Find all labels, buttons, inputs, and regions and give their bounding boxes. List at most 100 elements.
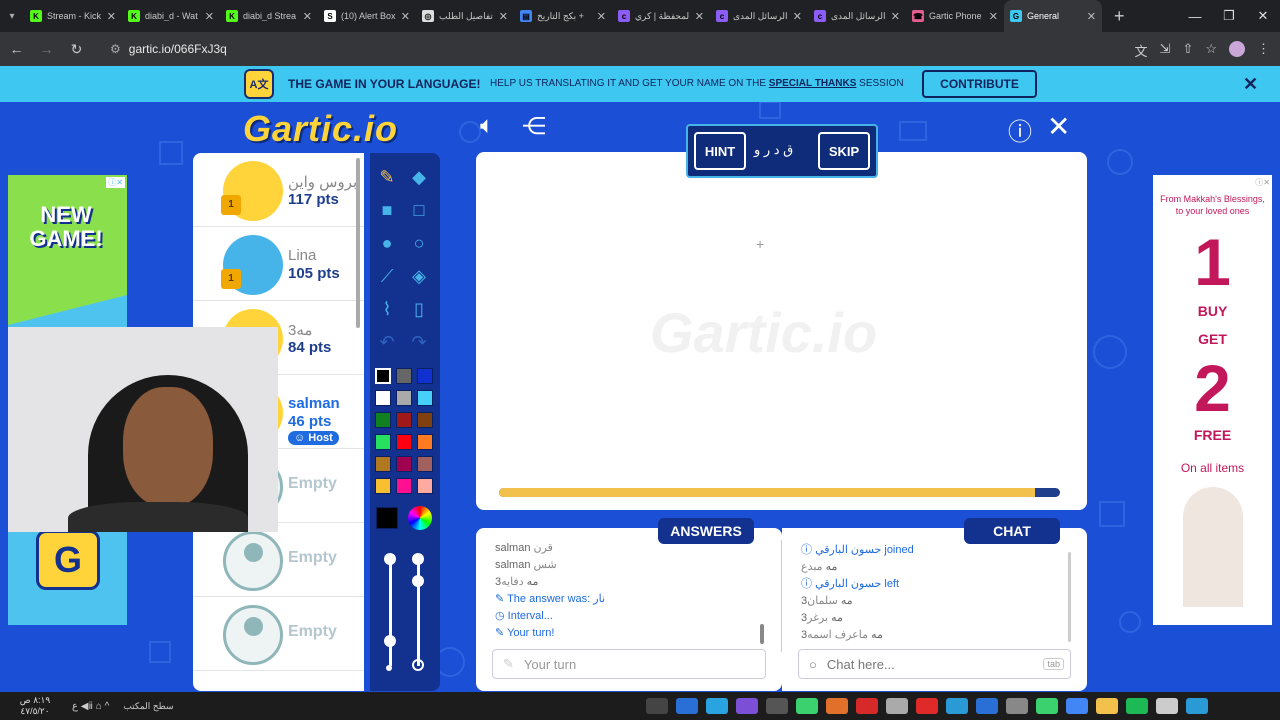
tab-close-icon[interactable]: ✕ [989,10,998,23]
tab-search-icon[interactable]: ▾ [0,11,24,22]
app-icon-12[interactable] [975,698,998,714]
start-icon[interactable] [1185,698,1208,714]
exit-room-icon[interactable]: ✕ [1047,110,1070,143]
browser-tab[interactable]: K Stream - Kick ✕ [24,0,122,32]
filled-circle-icon[interactable]: ● [375,231,399,255]
color-swatch[interactable] [375,412,391,428]
tab-close-icon[interactable]: ✕ [303,10,312,23]
tab-close-icon[interactable]: ✕ [597,10,606,23]
color-swatch[interactable] [375,368,391,384]
color-swatch[interactable] [396,434,412,450]
filled-rect-icon[interactable]: ■ [375,198,399,222]
app-icon-5[interactable] [765,698,788,714]
tab-close-icon[interactable]: ✕ [891,10,900,23]
desktop-label[interactable]: سطح المكتب [123,701,173,712]
right-ad[interactable]: From Makkah's Blessings, to your loved o… [1153,175,1272,625]
browser-tab[interactable]: Kdiabi_d - Wat ✕ [122,0,220,32]
color-picker-icon[interactable] [408,506,432,530]
color-swatch[interactable] [375,434,391,450]
color-swatch[interactable] [375,456,391,472]
tab-close-icon[interactable]: ✕ [401,10,410,23]
current-color-swatch[interactable] [376,507,398,529]
color-swatch[interactable] [375,478,391,494]
color-swatch[interactable] [417,456,433,472]
fill-bucket-icon[interactable]: ◈ [407,264,431,288]
bookmark-icon[interactable]: ☆ [1205,41,1217,60]
tab-close-icon[interactable]: ✕ [695,10,704,23]
tray-clock[interactable]: ٨:١٩ ص ٤٧/٥/٢٠ [4,695,66,717]
back-icon[interactable]: ← [3,41,30,57]
explorer-taskbar-icon[interactable] [1095,698,1118,714]
color-swatch[interactable] [417,434,433,450]
color-swatch[interactable] [396,368,412,384]
drawing-canvas[interactable]: Gartic.io + [476,152,1087,510]
browser-tab[interactable]: ◎ تفاصيل الطلب ✕ [416,0,514,32]
browser-tab[interactable]: c المحفظة | كري ✕ [612,0,710,32]
player-row[interactable]: 1 Lina 105 pts [193,227,364,301]
install-icon[interactable]: ⇲ [1160,41,1171,60]
tab-close-icon[interactable]: ✕ [107,10,116,23]
menu-icon[interactable]: ⋮ [1257,41,1270,60]
clear-page-icon[interactable]: ▯ [407,297,431,321]
tab-close-icon[interactable]: ✕ [793,10,802,23]
hint-button[interactable]: HINT [694,132,746,170]
eyedropper-icon[interactable]: ⌇ [375,297,399,321]
app-icon-11[interactable] [945,698,968,714]
color-swatch[interactable] [417,368,433,384]
tab-close-icon[interactable]: ✕ [205,10,214,23]
player-row[interactable]: Empty [193,597,364,671]
tab-close-icon[interactable]: ✕ [499,10,508,23]
color-swatch[interactable] [417,390,433,406]
special-thanks-link[interactable]: SPECIAL THANKS [769,78,857,89]
chat-input[interactable]: ○ Chat here... tab [798,649,1071,679]
app-icon-7[interactable] [825,698,848,714]
forward-icon[interactable]: → [33,41,60,57]
browser-tab[interactable]: Kdiabi_d Strea ✕ [220,0,318,32]
reload-icon[interactable]: ↻ [63,41,90,58]
undo-icon[interactable]: ↶ [375,330,399,354]
sound-icon[interactable]: 🔈︎ [480,112,494,140]
color-swatch[interactable] [375,390,391,406]
chat-scrollbar[interactable] [1068,552,1071,642]
ad-choices-icon[interactable]: ⓘ✕ [106,177,125,188]
color-swatch[interactable] [417,412,433,428]
color-swatch[interactable] [417,478,433,494]
app-icon-9[interactable] [885,698,908,714]
site-info-icon[interactable]: ⚙ [110,42,121,56]
new-tab-icon[interactable]: + [1114,6,1125,27]
tray-icons[interactable]: ع ◀︎ⅱ ⌂ ^ [72,701,109,712]
browser-tab[interactable]: c الرسائل المدى ✕ [710,0,808,32]
contribute-button[interactable]: CONTRIBUTE [922,70,1037,98]
size-slider-track[interactable] [389,558,392,666]
player-row[interactable]: Empty [193,523,364,597]
browser-tab[interactable]: ▤ بكج التاريخ + ✕ [514,0,612,32]
app-icon-14[interactable] [1035,698,1058,714]
gartic-logo[interactable]: Gartic.io [243,108,398,150]
share-icon[interactable]: ⋲ [522,112,546,141]
browser-tab[interactable]: G General ✕ [1004,0,1102,32]
info-icon[interactable]: ⓘ [1008,112,1032,147]
close-window-icon[interactable]: ✕ [1246,8,1280,24]
app-icon-6[interactable] [795,698,818,714]
answer-input[interactable]: ✎ Your turn [492,649,766,679]
color-swatch[interactable] [396,478,412,494]
player-row[interactable]: 1 بروس واين 117 pts [193,153,364,227]
maximize-icon[interactable]: ❐ [1212,8,1246,24]
app-icon-18[interactable] [1155,698,1178,714]
size-slider-knob[interactable] [384,635,396,647]
translate-icon[interactable]: 文 [1135,41,1148,60]
banner-close-icon[interactable]: ✕ [1243,74,1258,95]
app-icon-10[interactable] [915,698,938,714]
spotify-taskbar-icon[interactable] [1125,698,1148,714]
opacity-slider-knob[interactable] [412,575,424,587]
browser-tab[interactable]: c الرسائل المدى ✕ [808,0,906,32]
redo-icon[interactable]: ↷ [407,330,431,354]
eraser-icon[interactable]: ◆ [407,165,431,189]
pencil-icon[interactable]: ✎ [375,165,399,189]
minimize-icon[interactable]: — [1178,9,1212,24]
rect-icon[interactable]: □ [407,198,431,222]
app-icon-2[interactable] [675,698,698,714]
share-page-icon[interactable]: ⇧ [1182,41,1193,60]
browser-tab[interactable]: ☎ Gartic Phone ✕ [906,0,1004,32]
app-icon-1[interactable] [645,698,668,714]
